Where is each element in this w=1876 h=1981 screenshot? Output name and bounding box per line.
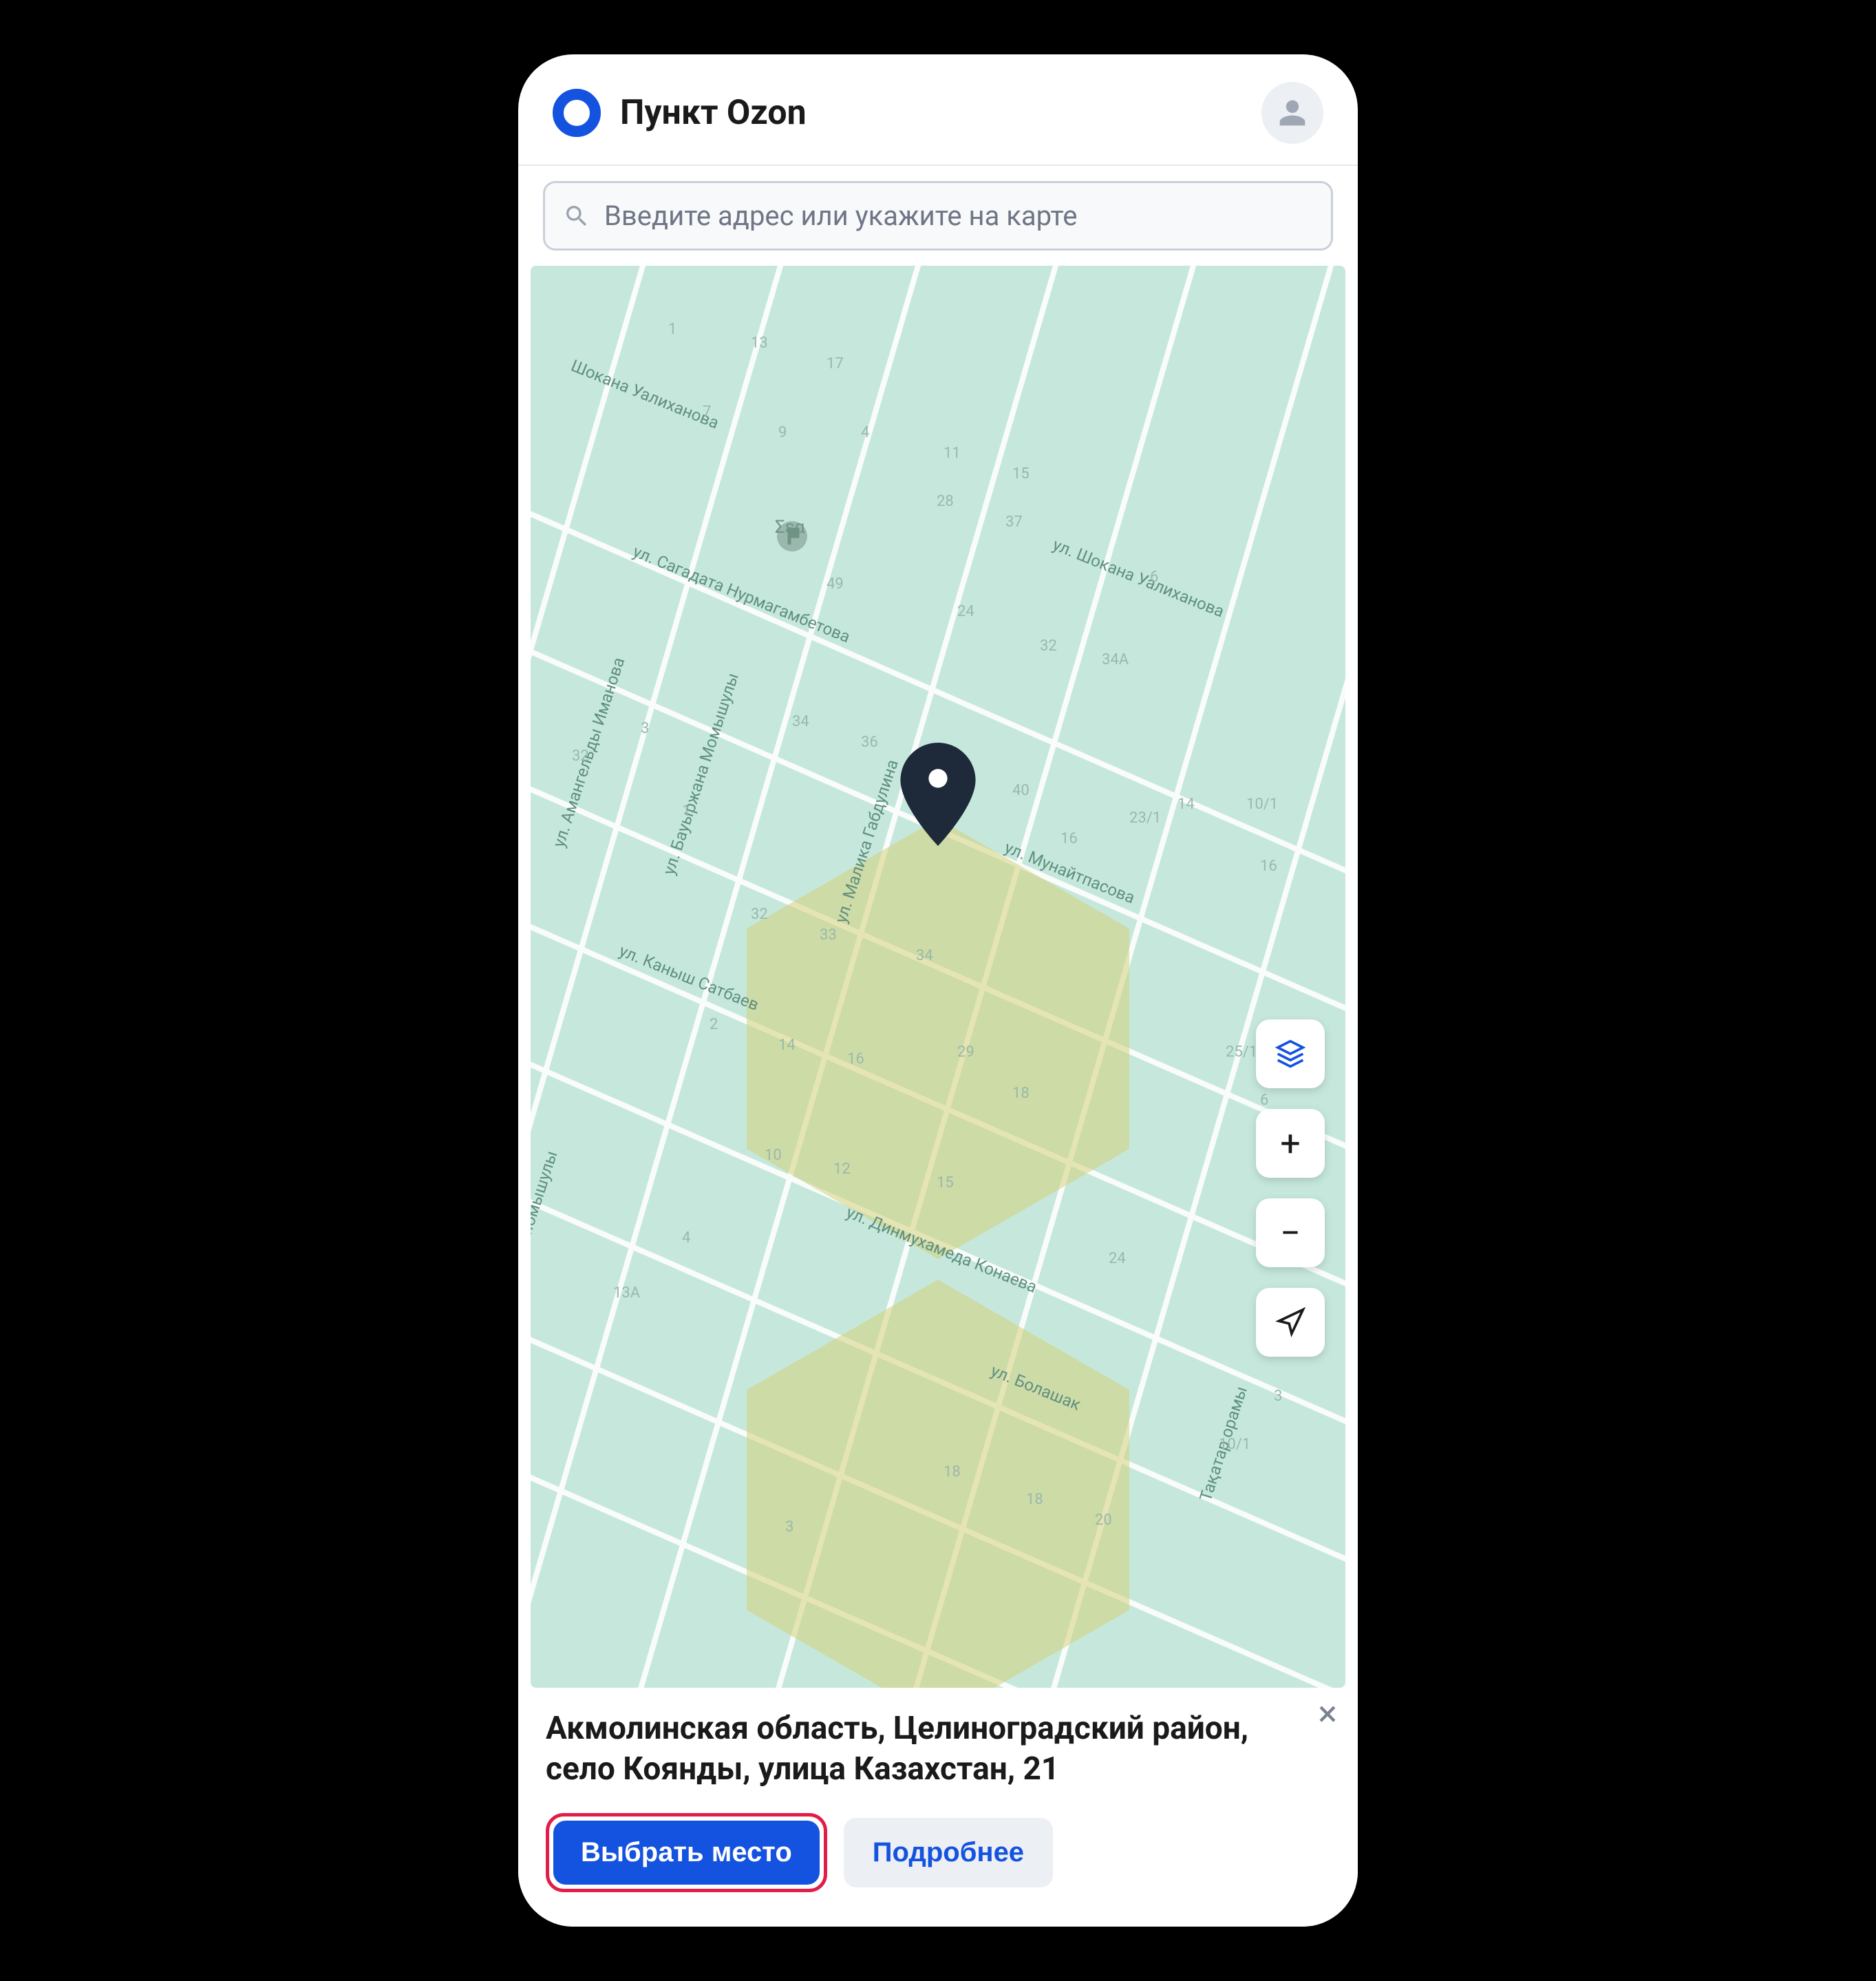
house-number: 13A: [613, 1284, 640, 1302]
house-number: 15: [937, 1174, 954, 1191]
house-number: 10: [765, 1147, 782, 1164]
primary-highlight-ring: Выбрать место: [546, 1813, 827, 1892]
house-number: 28: [937, 493, 954, 510]
house-number: 18: [944, 1463, 961, 1481]
user-icon: [1277, 98, 1308, 128]
search-placeholder: Введите адрес или укажите на карте: [604, 200, 1077, 232]
house-number: 40: [1012, 782, 1030, 799]
house-number: 15: [1012, 465, 1030, 483]
search-input[interactable]: Введите адрес или укажите на карте: [543, 181, 1333, 251]
close-icon: ×: [1318, 1693, 1337, 1735]
profile-button[interactable]: [1261, 82, 1323, 144]
house-number: 2: [710, 1016, 718, 1033]
house-number: 16: [847, 1050, 864, 1068]
plus-icon: +: [1280, 1123, 1301, 1165]
house-number: 17: [827, 355, 844, 372]
zoom-out-button[interactable]: −: [1256, 1198, 1325, 1267]
layers-button[interactable]: [1256, 1019, 1325, 1088]
ozon-logo-icon: [553, 89, 601, 137]
house-number: 34: [792, 713, 809, 730]
close-button[interactable]: ×: [1318, 1696, 1337, 1732]
house-number: 20: [1095, 1512, 1112, 1529]
house-number: 14: [778, 1037, 796, 1054]
phone-frame: Пункт Ozon Введите адрес или укажите на …: [518, 54, 1358, 1927]
layers-icon: [1275, 1039, 1305, 1069]
house-number: 25/1: [1226, 1044, 1257, 1061]
house-number: 18: [1026, 1491, 1043, 1508]
house-number: 10/1: [1219, 1436, 1250, 1453]
house-number: 36: [861, 734, 878, 751]
house-number: 24: [957, 603, 974, 620]
header-left: Пункт Ozon: [553, 89, 807, 137]
navigation-icon: [1275, 1307, 1305, 1337]
house-number: 14: [1177, 796, 1195, 813]
house-number: 32: [751, 906, 768, 923]
house-number: 16: [1060, 830, 1078, 847]
house-number: 34А: [1102, 651, 1129, 668]
house-number: 3: [785, 1518, 793, 1536]
house-number: 34: [916, 947, 933, 964]
house-number: 12: [833, 1161, 851, 1178]
house-number: 4: [682, 1229, 690, 1247]
zoom-in-button[interactable]: +: [1256, 1109, 1325, 1178]
house-number: 13: [751, 335, 768, 352]
house-number: 37: [1005, 513, 1023, 531]
header: Пункт Ozon: [518, 54, 1358, 166]
sheet-buttons: Выбрать место Подробнее: [546, 1813, 1330, 1892]
house-number: 3: [1274, 1388, 1282, 1405]
select-place-button[interactable]: Выбрать место: [553, 1821, 820, 1885]
minus-icon: −: [1280, 1212, 1301, 1254]
map-controls: + −: [1256, 1019, 1325, 1357]
house-number: 10/1: [1246, 796, 1278, 813]
house-number: 3: [641, 720, 649, 737]
house-number: 1: [682, 803, 690, 820]
locate-button[interactable]: [1256, 1288, 1325, 1357]
house-number: 18: [1012, 1085, 1030, 1102]
house-number: 16: [1260, 858, 1277, 875]
search-icon: [563, 202, 590, 230]
house-number: 7: [703, 403, 711, 421]
details-button[interactable]: Подробнее: [844, 1818, 1053, 1887]
house-number: 49: [827, 575, 844, 593]
house-number: 4: [861, 424, 869, 441]
house-number: 1: [668, 321, 676, 338]
address-sheet: × Акмолинская область, Целиноградский ра…: [518, 1688, 1358, 1927]
poi-label: Σεα: [775, 517, 805, 538]
selected-address: Акмолинская область, Целиноградский райо…: [546, 1708, 1330, 1790]
house-number: 24: [1109, 1250, 1126, 1267]
house-number: 32: [1040, 637, 1057, 655]
page-title: Пункт Ozon: [620, 93, 807, 133]
house-number: 33: [820, 926, 837, 944]
house-number: 9: [778, 424, 787, 441]
map-viewport[interactable]: Шокана Уалиханова ул. Шокана Уалиханова …: [531, 266, 1345, 1688]
house-number: 11: [944, 445, 961, 462]
house-number: 29: [957, 1044, 974, 1061]
house-number: 6: [1150, 569, 1158, 586]
map-pin-icon: [900, 743, 976, 849]
search-wrap: Введите адрес или укажите на карте: [518, 166, 1358, 266]
house-number: 32: [572, 748, 589, 765]
house-number: 23/1: [1129, 809, 1161, 827]
